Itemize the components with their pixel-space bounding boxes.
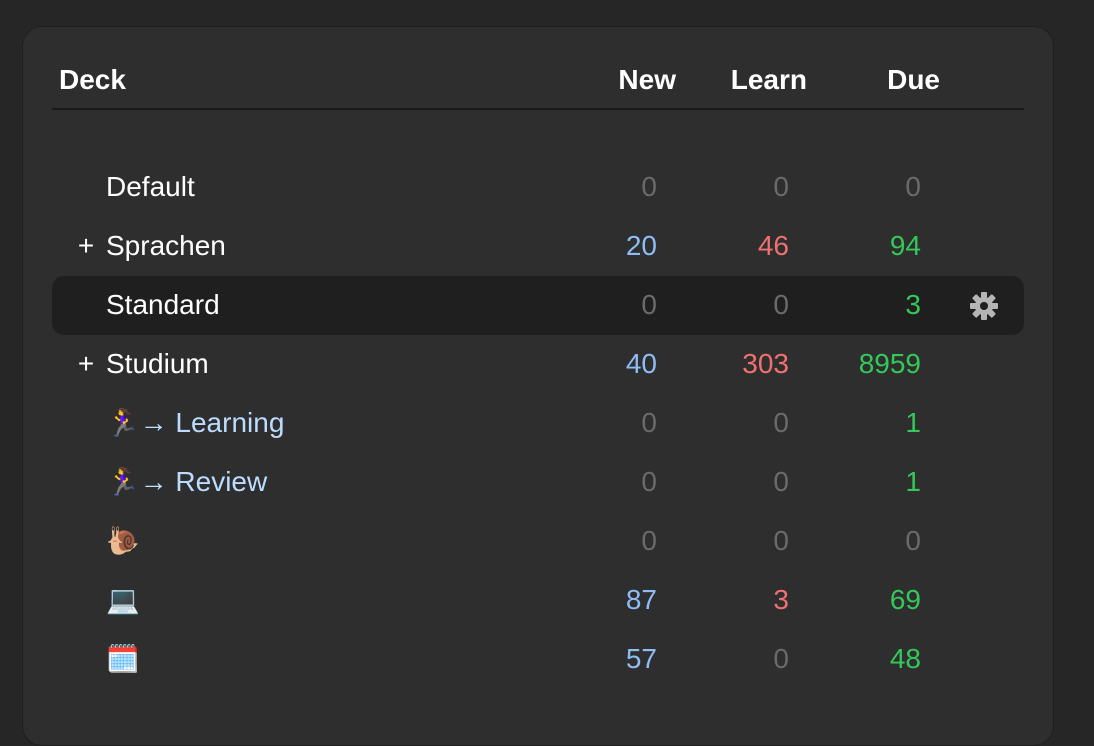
runner-emoji-icon: 🏃‍♀️: [106, 467, 140, 497]
expand-toggle[interactable]: +: [76, 229, 96, 263]
deck-name[interactable]: Sprachen: [106, 229, 226, 263]
snail-emoji-icon: 🐌: [106, 526, 140, 556]
deck-row-snail[interactable]: 🐌 0 0 0: [52, 512, 1024, 571]
deck-name[interactable]: 💻: [106, 583, 140, 617]
deck-row-review[interactable]: 🏃‍♀️→ Review 0 0 1: [52, 453, 1024, 512]
due-count: 0: [905, 171, 921, 202]
deck-row-standard[interactable]: Standard 0 0 3: [52, 276, 1024, 335]
due-count: 1: [905, 407, 921, 438]
header-deck: Deck: [59, 64, 126, 95]
new-count: 87: [625, 584, 657, 615]
new-count: 57: [625, 643, 657, 674]
due-count: 94: [889, 230, 921, 261]
deck-row-learning[interactable]: 🏃‍♀️→ Learning 0 0 1: [52, 394, 1024, 453]
deck-row-studium[interactable]: + Studium 40 303 8959: [52, 335, 1024, 394]
deck-name[interactable]: 🗓️: [106, 642, 140, 676]
learn-count: 0: [773, 466, 789, 497]
deck-row-calendar[interactable]: 🗓️ 57 0 48: [52, 630, 1024, 689]
gear-icon[interactable]: [968, 290, 1000, 322]
due-count: 0: [905, 525, 921, 556]
deck-name[interactable]: 🐌: [106, 524, 140, 558]
new-count: 0: [641, 171, 657, 202]
header-new: New: [618, 64, 676, 95]
due-count: 8959: [858, 348, 921, 379]
deck-row-sprachen[interactable]: + Sprachen 20 46 94: [52, 217, 1024, 276]
new-count: 0: [641, 407, 657, 438]
new-count: 40: [625, 348, 657, 379]
due-count: 1: [905, 466, 921, 497]
arrow-icon: →: [139, 466, 168, 497]
learn-count: 303: [742, 348, 789, 379]
deck-name[interactable]: 🏃‍♀️→ Review: [106, 465, 267, 499]
header-due: Due: [887, 64, 940, 95]
learn-count: 0: [773, 525, 789, 556]
new-count: 0: [641, 525, 657, 556]
deck-name[interactable]: Standard: [106, 288, 220, 322]
deck-name[interactable]: Studium: [106, 347, 209, 381]
new-count: 20: [625, 230, 657, 261]
learn-count: 46: [757, 230, 789, 261]
deck-table-header: Deck New Learn Due: [52, 55, 1024, 110]
learn-count: 0: [773, 171, 789, 202]
due-count: 48: [889, 643, 921, 674]
new-count: 0: [641, 289, 657, 320]
learn-count: 0: [773, 407, 789, 438]
due-count: 3: [905, 289, 921, 320]
laptop-emoji-icon: 💻: [106, 585, 140, 615]
header-learn: Learn: [730, 64, 807, 95]
learn-count: 3: [773, 584, 789, 615]
calendar-emoji-icon: 🗓️: [106, 644, 140, 674]
deck-row-laptop[interactable]: 💻 87 3 69: [52, 571, 1024, 630]
learn-count: 0: [773, 289, 789, 320]
arrow-icon: →: [139, 407, 168, 438]
expand-toggle[interactable]: +: [76, 347, 96, 381]
deck-name[interactable]: 🏃‍♀️→ Learning: [106, 406, 284, 440]
due-count: 69: [889, 584, 921, 615]
runner-emoji-icon: 🏃‍♀️: [106, 408, 140, 438]
deck-row-default[interactable]: Default 0 0 0: [52, 158, 1024, 217]
deck-name[interactable]: Default: [106, 170, 195, 204]
learn-count: 0: [773, 643, 789, 674]
new-count: 0: [641, 466, 657, 497]
